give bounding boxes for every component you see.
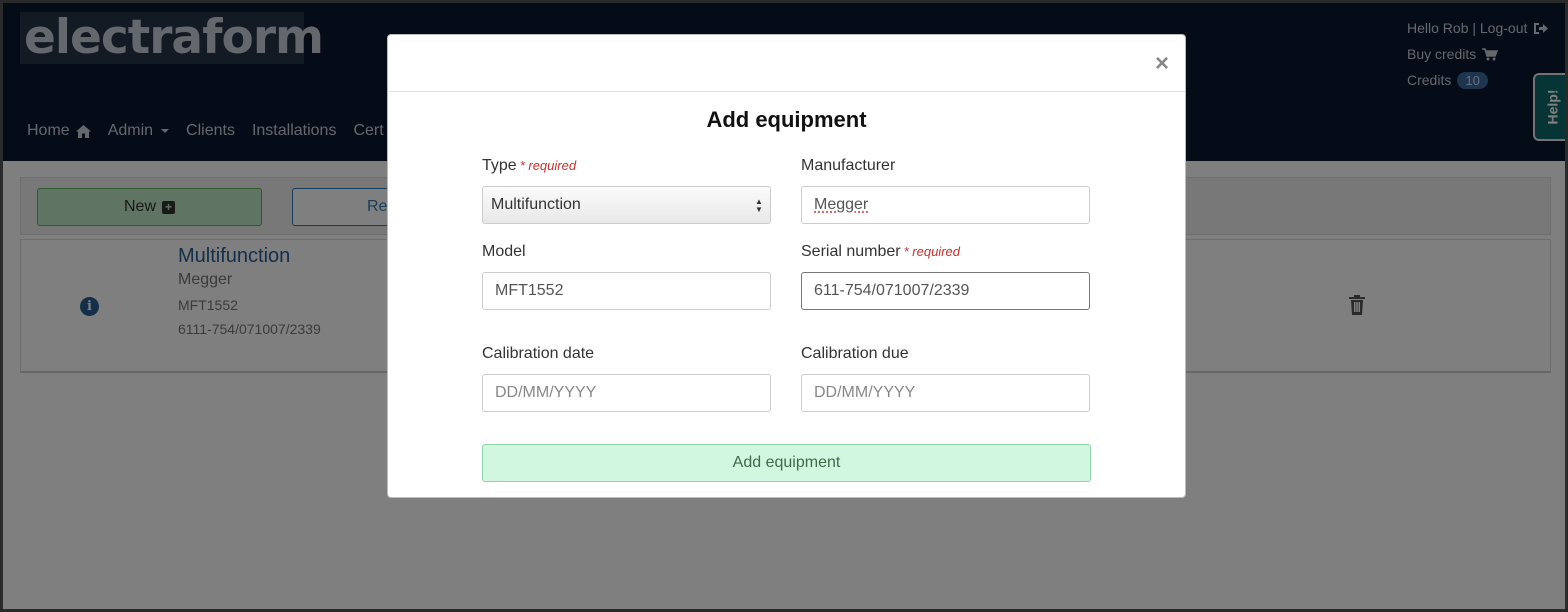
type-select[interactable]: Multifunction ▲ ▼: [482, 186, 771, 224]
model-field: Model MFT1552: [482, 242, 771, 310]
type-label: Type * required: [482, 156, 771, 176]
close-icon[interactable]: ×: [1155, 50, 1169, 78]
serial-value: 611-754/071007/2339: [814, 282, 970, 299]
calibration-date-input[interactable]: DD/MM/YYYY: [482, 374, 771, 412]
required-marker: * required: [519, 158, 577, 173]
add-equipment-button[interactable]: Add equipment: [482, 444, 1091, 482]
model-label: Model: [482, 243, 526, 260]
manufacturer-input[interactable]: Megger: [801, 186, 1090, 224]
serial-label-text: Serial number: [801, 243, 901, 260]
add-equipment-modal: × Add equipment Type * required Multifunc…: [387, 34, 1186, 498]
manufacturer-value: Megger: [814, 196, 869, 213]
manufacturer-label: Manufacturer: [801, 157, 896, 174]
calibration-due-input[interactable]: DD/MM/YYYY: [801, 374, 1090, 412]
required-marker: * required: [903, 244, 960, 259]
model-value: MFT1552: [495, 282, 564, 299]
type-select-value: Multifunction: [491, 196, 581, 213]
manufacturer-field: Manufacturer Megger: [801, 156, 1090, 224]
serial-input[interactable]: 611-754/071007/2339: [801, 272, 1090, 310]
calibration-date-label: Calibration date: [482, 345, 595, 362]
serial-field: Serial number * required 611-754/071007/2…: [801, 242, 1090, 310]
calibration-due-label: Calibration due: [801, 345, 909, 362]
modal-title: Add equipment: [706, 107, 867, 132]
calibration-date-placeholder: DD/MM/YYYY: [495, 384, 597, 401]
app-window: electraform Home Admin Clients Installat…: [0, 0, 1568, 612]
calibration-date-field: Calibration date DD/MM/YYYY: [482, 344, 771, 412]
calibration-due-placeholder: DD/MM/YYYY: [814, 384, 916, 401]
type-label-text: Type: [482, 157, 517, 174]
model-input[interactable]: MFT1552: [482, 272, 771, 310]
modal-header: ×: [388, 35, 1185, 92]
serial-label: Serial number * required: [801, 242, 1090, 262]
type-field: Type * required Multifunction ▲ ▼: [482, 156, 771, 224]
calibration-due-field: Calibration due DD/MM/YYYY: [801, 344, 1090, 412]
select-arrows-icon: ▲ ▼: [755, 197, 763, 214]
